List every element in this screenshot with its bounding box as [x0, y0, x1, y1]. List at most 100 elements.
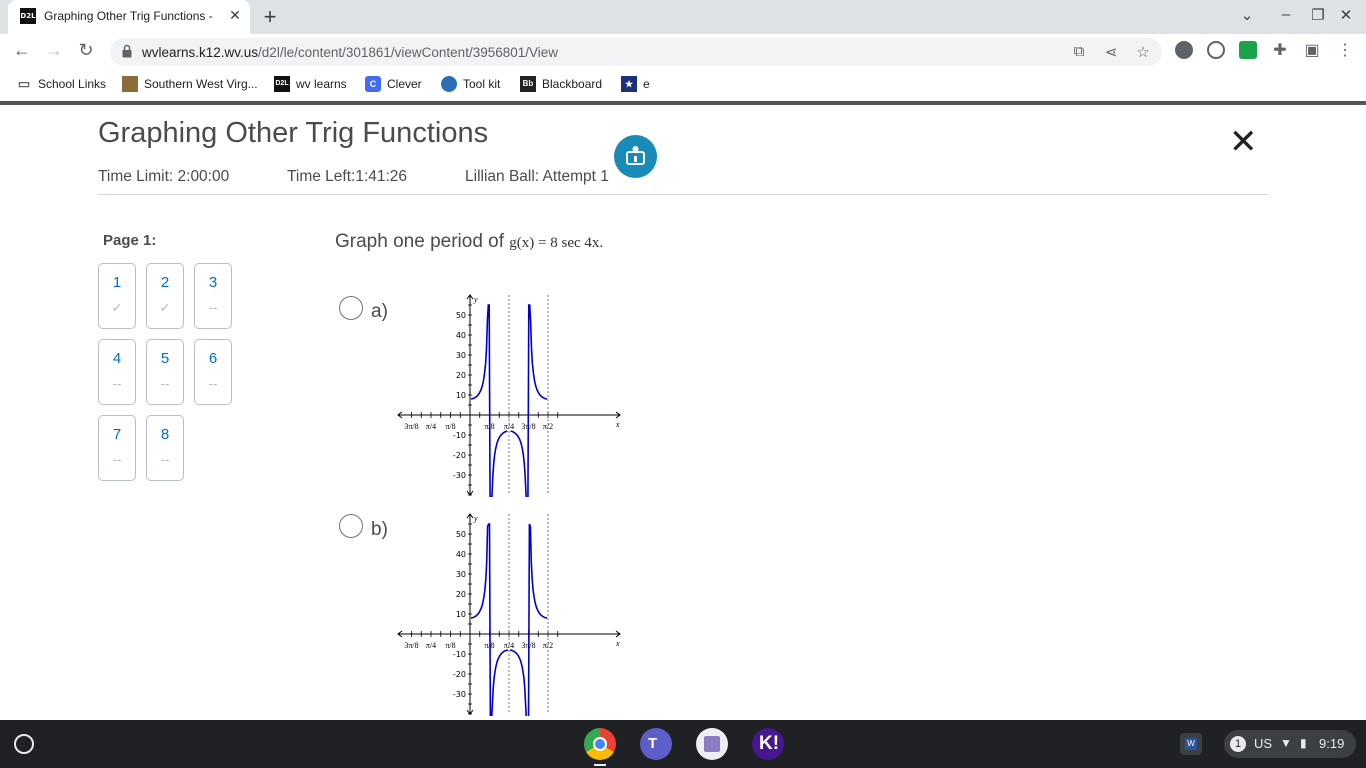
- y-tick-label: 20: [456, 371, 466, 380]
- notification-count-badge: 1: [1230, 736, 1246, 752]
- bookmark-label: e: [643, 77, 650, 91]
- question-nav-7[interactable]: 7 --: [98, 415, 136, 481]
- forward-arrow-icon[interactable]: →: [42, 40, 66, 61]
- question-nav-5[interactable]: 5 --: [146, 339, 184, 405]
- answered-check-icon: ✓: [159, 300, 171, 315]
- clock: 9:19: [1319, 736, 1345, 751]
- bookmark-clever[interactable]: C Clever: [365, 76, 422, 92]
- y-tick-label: 50: [456, 530, 466, 539]
- question-text: Graph one period of: [335, 231, 510, 252]
- side-panel-icon[interactable]: ▣: [1300, 40, 1324, 60]
- active-tab[interactable]: D2L Graphing Other Trig Functions - ✕: [8, 0, 250, 34]
- y-tick-label: 10: [456, 610, 466, 619]
- navigation-bar: ← → ↻ wvlearns.k12.wv.us/d2l/le/content/…: [0, 34, 1366, 70]
- question-nav-1[interactable]: 1 ✓: [98, 263, 136, 329]
- bookmark-wv-learns[interactable]: D2L wv learns: [274, 76, 347, 92]
- unanswered-status: --: [208, 300, 218, 315]
- bookmark-star-icon[interactable]: ☆: [1134, 43, 1152, 61]
- toolkit-icon: [441, 76, 457, 92]
- y-tick-label: 40: [456, 331, 466, 340]
- folder-icon: ▭: [17, 76, 31, 91]
- launcher-icon[interactable]: [14, 734, 34, 754]
- bookmark-school-links[interactable]: ▭ School Links: [16, 76, 106, 92]
- y-axis-label: y: [473, 295, 478, 304]
- share-icon[interactable]: ⋖: [1102, 43, 1120, 61]
- unanswered-status: --: [160, 376, 170, 391]
- question-nav-6[interactable]: 6 --: [194, 339, 232, 405]
- y-tick-label: -30: [453, 471, 466, 480]
- back-arrow-icon[interactable]: ←: [10, 40, 34, 61]
- star-badge-icon: ★: [621, 76, 637, 92]
- x-tick-label: π/8: [445, 641, 455, 650]
- question-number: 2: [160, 274, 170, 291]
- bookmark-label: wv learns: [296, 77, 347, 91]
- address-bar[interactable]: wvlearns.k12.wv.us/d2l/le/content/301861…: [110, 38, 1162, 66]
- wifi-icon: ▼: [1280, 736, 1292, 750]
- option-a-graph: yx5040302010-10-20-303π/8 π/4 π/8 π/8 π/4 3π/…: [397, 294, 621, 497]
- blackboard-icon: Bb: [520, 76, 536, 92]
- open-in-app-icon[interactable]: ⧉: [1070, 43, 1088, 60]
- bookmark-blackboard[interactable]: Bb Blackboard: [520, 76, 602, 92]
- bookmark-tool-kit[interactable]: Tool kit: [441, 76, 500, 92]
- restore-icon[interactable]: ❐: [1308, 6, 1328, 24]
- extension-pie-icon[interactable]: [1175, 41, 1193, 59]
- helper-icon: [626, 146, 645, 165]
- tab-title: Graphing Other Trig Functions -: [44, 9, 213, 23]
- teams-app-icon[interactable]: T: [640, 728, 672, 760]
- url-host: wvlearns.k12.wv.us: [142, 45, 259, 60]
- question-nav-2[interactable]: 2 ✓: [146, 263, 184, 329]
- os-shelf: T K! W 1 US ▼ ▮ 9:19: [0, 720, 1366, 768]
- extension-green-icon[interactable]: [1239, 41, 1257, 59]
- extension-ghost-icon[interactable]: [1207, 41, 1225, 59]
- bookmark-southern-wv[interactable]: Southern West Virg...: [122, 76, 258, 92]
- question-number: 1: [112, 274, 122, 291]
- secant-branch: [470, 523, 509, 716]
- keyboard-layout: US: [1254, 736, 1273, 751]
- option-a-radio[interactable]: [339, 296, 363, 320]
- pdf-app-icon[interactable]: [696, 728, 728, 760]
- question-number: 8: [160, 426, 170, 443]
- tab-strip: D2L Graphing Other Trig Functions - ✕ + …: [0, 0, 1366, 34]
- bookmark-label: School Links: [38, 77, 107, 91]
- reload-icon[interactable]: ↻: [74, 40, 98, 61]
- url-text[interactable]: wvlearns.k12.wv.us/d2l/le/content/301861…: [142, 45, 558, 60]
- question-nav-4[interactable]: 4 --: [98, 339, 136, 405]
- window-close-icon[interactable]: ✕: [1336, 6, 1356, 24]
- y-tick-label: -10: [453, 431, 466, 440]
- y-axis-label: y: [473, 514, 478, 523]
- option-b-label: b): [371, 519, 388, 540]
- word-icon[interactable]: W: [1180, 733, 1202, 755]
- question-nav-3[interactable]: 3 --: [194, 263, 232, 329]
- attempt-info: Lillian Ball: Attempt 1: [465, 168, 609, 185]
- minimize-icon[interactable]: –: [1276, 6, 1296, 23]
- y-tick-label: 50: [456, 311, 466, 320]
- question-nav-8[interactable]: 8 --: [146, 415, 184, 481]
- kahoot-app-icon[interactable]: K!: [752, 728, 784, 760]
- option-b-graph: yx5040302010-10-20-303π/8 π/4 π/8 π/8 π/4 3π/…: [397, 513, 621, 716]
- close-quiz-icon[interactable]: ✕: [1229, 125, 1258, 159]
- tab-close-icon[interactable]: ✕: [226, 7, 244, 24]
- running-indicator: [594, 764, 606, 766]
- clever-icon: C: [365, 76, 381, 92]
- d2l-icon: D2L: [274, 76, 290, 92]
- kebab-menu-icon[interactable]: ⋮: [1333, 40, 1357, 60]
- accessibility-helper-button[interactable]: [614, 135, 657, 178]
- time-limit: Time Limit: 2:00:00: [98, 168, 230, 185]
- bookmark-e[interactable]: ★ e: [621, 76, 650, 92]
- y-tick-label: 20: [456, 590, 466, 599]
- system-tray[interactable]: 1 US ▼ ▮ 9:19: [1224, 730, 1356, 758]
- question-math: g(x) = 8 sec 4x.: [509, 235, 604, 251]
- tab-search-icon[interactable]: ⌄: [1237, 6, 1257, 24]
- extensions-puzzle-icon[interactable]: ✚: [1268, 40, 1292, 60]
- x-tick-label: 3π/8: [404, 641, 418, 650]
- browser-chrome: D2L Graphing Other Trig Functions - ✕ + …: [0, 0, 1366, 105]
- new-tab-icon[interactable]: +: [260, 4, 280, 30]
- chrome-app-icon[interactable]: [584, 728, 616, 760]
- option-b-radio[interactable]: [339, 514, 363, 538]
- unanswered-status: --: [160, 452, 170, 467]
- d2l-favicon-icon: D2L: [20, 8, 36, 24]
- secant-branch: [470, 304, 508, 497]
- y-tick-label: 40: [456, 550, 466, 559]
- url-path: /d2l/le/content/301861/viewContent/39568…: [258, 45, 559, 60]
- x-tick-label: π/4: [426, 422, 436, 431]
